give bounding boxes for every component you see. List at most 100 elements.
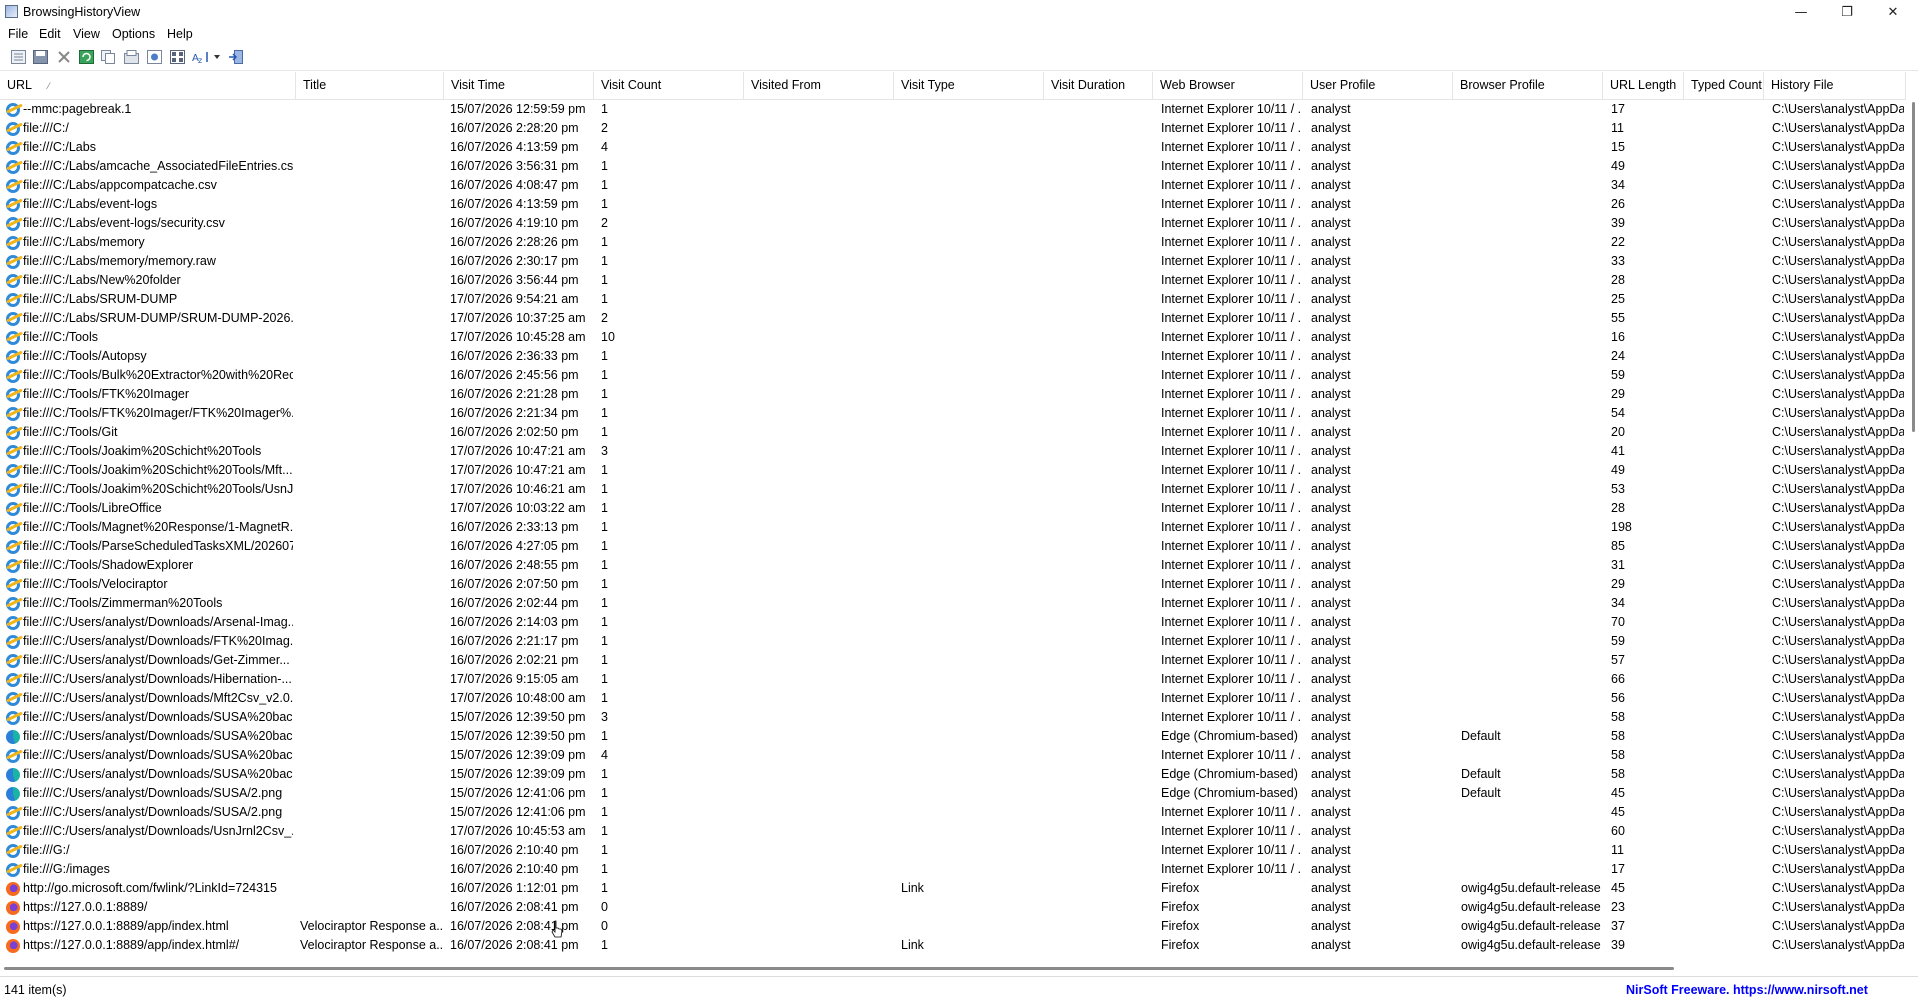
menu-view[interactable]: View — [73, 27, 100, 41]
edge-icon — [6, 768, 20, 782]
table-row[interactable]: file:///C:/Tools/Velociraptor 16/07/2026 … — [0, 575, 1918, 594]
table-row[interactable]: file:///C:/Tools/Bulk%20Extractor%20with… — [0, 366, 1918, 385]
table-row[interactable]: file:///C:/Labs/memory/memory.raw 16/07/2… — [0, 252, 1918, 271]
table-row[interactable]: file:///C:/Labs/New%20folder 16/07/2026 3… — [0, 271, 1918, 290]
minimize-icon[interactable]: — — [1778, 0, 1824, 24]
cell-url-length: 25 — [1611, 292, 1625, 306]
cell-visited-from — [750, 271, 890, 290]
table-row[interactable]: file:///C:/Tools/Joakim%20Schicht%20Tool… — [0, 480, 1918, 499]
cell-url-length: 56 — [1611, 691, 1625, 705]
table-row[interactable]: file:///C:/Labs 16/07/2026 4:13:59 pm 4 Int… — [0, 138, 1918, 157]
table-row[interactable]: file:///C:/Users/analyst/Downloads/SUSA%… — [0, 765, 1918, 784]
column-header-title[interactable]: Title — [296, 72, 444, 99]
save-icon[interactable] — [32, 49, 48, 65]
menu-file[interactable]: File — [8, 27, 28, 41]
vertical-scroll-thumb[interactable] — [1912, 102, 1915, 432]
cell-user-profile: analyst — [1311, 235, 1351, 249]
column-header-user-profile[interactable]: User Profile — [1303, 72, 1453, 99]
table-row[interactable]: https://127.0.0.1:8889/app/index.html Vel… — [0, 917, 1918, 936]
table-row[interactable]: file:///C:/Tools/Joakim%20Schicht%20Tool… — [0, 442, 1918, 461]
table-row[interactable]: file:///C:/Users/analyst/Downloads/UsnJr… — [0, 822, 1918, 841]
cell-visit-duration — [1051, 594, 1151, 613]
table-row[interactable]: file:///C:/Tools/Zimmerman%20Tools 16/07/… — [0, 594, 1918, 613]
cell-user-profile: analyst — [1311, 729, 1351, 743]
column-header-typed-count[interactable]: Typed Count — [1684, 72, 1764, 99]
restore-icon[interactable]: ❐ — [1824, 0, 1870, 24]
table-row[interactable]: file:///C:/Tools/Git 16/07/2026 2:02:50 p… — [0, 423, 1918, 442]
table-row[interactable]: file:///C:/Users/analyst/Downloads/SUSA/… — [0, 803, 1918, 822]
menu-options[interactable]: Options — [112, 27, 155, 41]
table-row[interactable]: file:///C:/Tools/Magnet%20Response/1-Mag… — [0, 518, 1918, 537]
column-header-browser-profile[interactable]: Browser Profile — [1453, 72, 1603, 99]
horizontal-scroll-thumb[interactable] — [4, 967, 1674, 970]
cell-user-profile: analyst — [1311, 159, 1351, 173]
table-row[interactable]: file:///C:/Labs/event-logs/security.csv 1… — [0, 214, 1918, 233]
table-row[interactable]: file:///C:/Users/analyst/Downloads/Arsen… — [0, 613, 1918, 632]
menu-help[interactable]: Help — [167, 27, 193, 41]
table-row[interactable]: file:///C:/Labs/memory 16/07/2026 2:28:26… — [0, 233, 1918, 252]
history-list[interactable]: URL ⁄ Title Visit Time Visit Count Visite… — [0, 72, 1918, 962]
properties-icon[interactable] — [10, 49, 26, 65]
table-row[interactable]: file:///C:/Users/analyst/Downloads/SUSA/… — [0, 784, 1918, 803]
cell-visit-duration — [1051, 290, 1151, 309]
table-row[interactable]: file:///C:/Tools/Joakim%20Schicht%20Tool… — [0, 461, 1918, 480]
table-row[interactable]: file:///C:/Tools/FTK%20Imager/FTK%20Imag… — [0, 404, 1918, 423]
export-icon[interactable] — [123, 49, 139, 65]
horizontal-scrollbar[interactable] — [0, 962, 1906, 974]
table-row[interactable]: https://127.0.0.1:8889/16/07/2026 2:08:4… — [0, 898, 1918, 917]
column-header-visit-time[interactable]: Visit Time — [444, 72, 594, 99]
nirsoft-link[interactable]: NirSoft Freeware. https://www.nirsoft.ne… — [1626, 983, 1868, 997]
cell-visit-type — [901, 366, 1041, 385]
column-header-visited-from[interactable]: Visited From — [744, 72, 894, 99]
table-row[interactable]: file:///C:/Users/analyst/Downloads/FTK%2… — [0, 632, 1918, 651]
vertical-scrollbar[interactable] — [1906, 72, 1918, 962]
table-row[interactable]: file:///C:/Users/analyst/Downloads/Get-Z… — [0, 651, 1918, 670]
delete-icon[interactable] — [56, 49, 72, 65]
cell-visited-from — [750, 385, 890, 404]
table-row[interactable]: file:///C:/Users/analyst/Downloads/Hiber… — [0, 670, 1918, 689]
column-header-web-browser[interactable]: Web Browser — [1153, 72, 1303, 99]
table-row[interactable]: file:///C:/Users/analyst/Downloads/SUSA%… — [0, 708, 1918, 727]
menu-edit[interactable]: Edit — [39, 27, 61, 41]
cell-web-browser: Internet Explorer 10/11 / ... — [1161, 273, 1301, 287]
column-header-history-file[interactable]: History File — [1764, 72, 1906, 99]
table-row[interactable]: http://go.microsoft.com/fwlink/?LinkId=7… — [0, 879, 1918, 898]
table-row[interactable]: file:///C:/Tools/Autopsy 16/07/2026 2:36:… — [0, 347, 1918, 366]
cell-visit-count: 1 — [601, 862, 608, 876]
table-row[interactable]: file:///G:/images 16/07/2026 2:10:40 pm 1 I… — [0, 860, 1918, 879]
html-report-icon[interactable] — [146, 49, 162, 65]
cell-typed-count — [1692, 765, 1762, 784]
table-row[interactable]: file:///C:/Labs/SRUM-DUMP 17/07/2026 9:54… — [0, 290, 1918, 309]
refresh-icon[interactable] — [78, 49, 94, 65]
table-row[interactable]: --mmc:pagebreak.1 15/07/2026 12:59:59 pm 1… — [0, 100, 1918, 119]
table-row[interactable]: file:///C:/Users/analyst/Downloads/SUSA%… — [0, 727, 1918, 746]
column-header-url-length[interactable]: URL Length — [1603, 72, 1684, 99]
table-row[interactable]: file:///C:/Labs/SRUM-DUMP/SRUM-DUMP-2026… — [0, 309, 1918, 328]
table-row[interactable]: file:///C:/Tools 17/07/2026 10:45:28 am 10… — [0, 328, 1918, 347]
copy-icon[interactable] — [100, 49, 116, 65]
exit-icon[interactable] — [227, 49, 243, 65]
table-row[interactable]: file:///C:/Tools/ParseScheduledTasksXML/… — [0, 537, 1918, 556]
cell-web-browser: Internet Explorer 10/11 / ... — [1161, 634, 1301, 648]
table-row[interactable]: file:///C:/Labs/appcompatcache.csv 16/07/… — [0, 176, 1918, 195]
choose-columns-icon[interactable] — [169, 49, 185, 65]
table-row[interactable]: file:///C:/Users/analyst/Downloads/Mft2C… — [0, 689, 1918, 708]
cell-browser-profile: owig4g5u.default-release — [1461, 900, 1601, 914]
table-row[interactable]: https://127.0.0.1:8889/app/index.html#/ V… — [0, 936, 1918, 955]
table-row[interactable]: file:///C:/Tools/LibreOffice 17/07/2026 1… — [0, 499, 1918, 518]
table-row[interactable]: file:///C:/Labs/event-logs 16/07/2026 4:1… — [0, 195, 1918, 214]
cell-title — [300, 309, 442, 328]
close-icon[interactable]: ✕ — [1870, 0, 1916, 24]
column-header-visit-type[interactable]: Visit Type — [894, 72, 1044, 99]
table-row[interactable]: file:///C:/Tools/FTK%20Imager 16/07/2026 … — [0, 385, 1918, 404]
table-row[interactable]: file:///C:/Tools/ShadowExplorer 16/07/202… — [0, 556, 1918, 575]
column-header-visit-duration[interactable]: Visit Duration — [1044, 72, 1153, 99]
table-row[interactable]: file:///C:/ 16/07/2026 2:28:20 pm 2 Interne… — [0, 119, 1918, 138]
table-row[interactable]: file:///G:/ 16/07/2026 2:10:40 pm 1 Interne… — [0, 841, 1918, 860]
table-row[interactable]: file:///C:/Users/analyst/Downloads/SUSA%… — [0, 746, 1918, 765]
column-header-visit-count[interactable]: Visit Count — [594, 72, 744, 99]
column-header-url[interactable]: URL ⁄ — [0, 72, 296, 99]
sort-icon[interactable]: Az — [192, 49, 222, 65]
cell-web-browser: Firefox — [1161, 919, 1200, 933]
table-row[interactable]: file:///C:/Labs/amcache_AssociatedFileEn… — [0, 157, 1918, 176]
